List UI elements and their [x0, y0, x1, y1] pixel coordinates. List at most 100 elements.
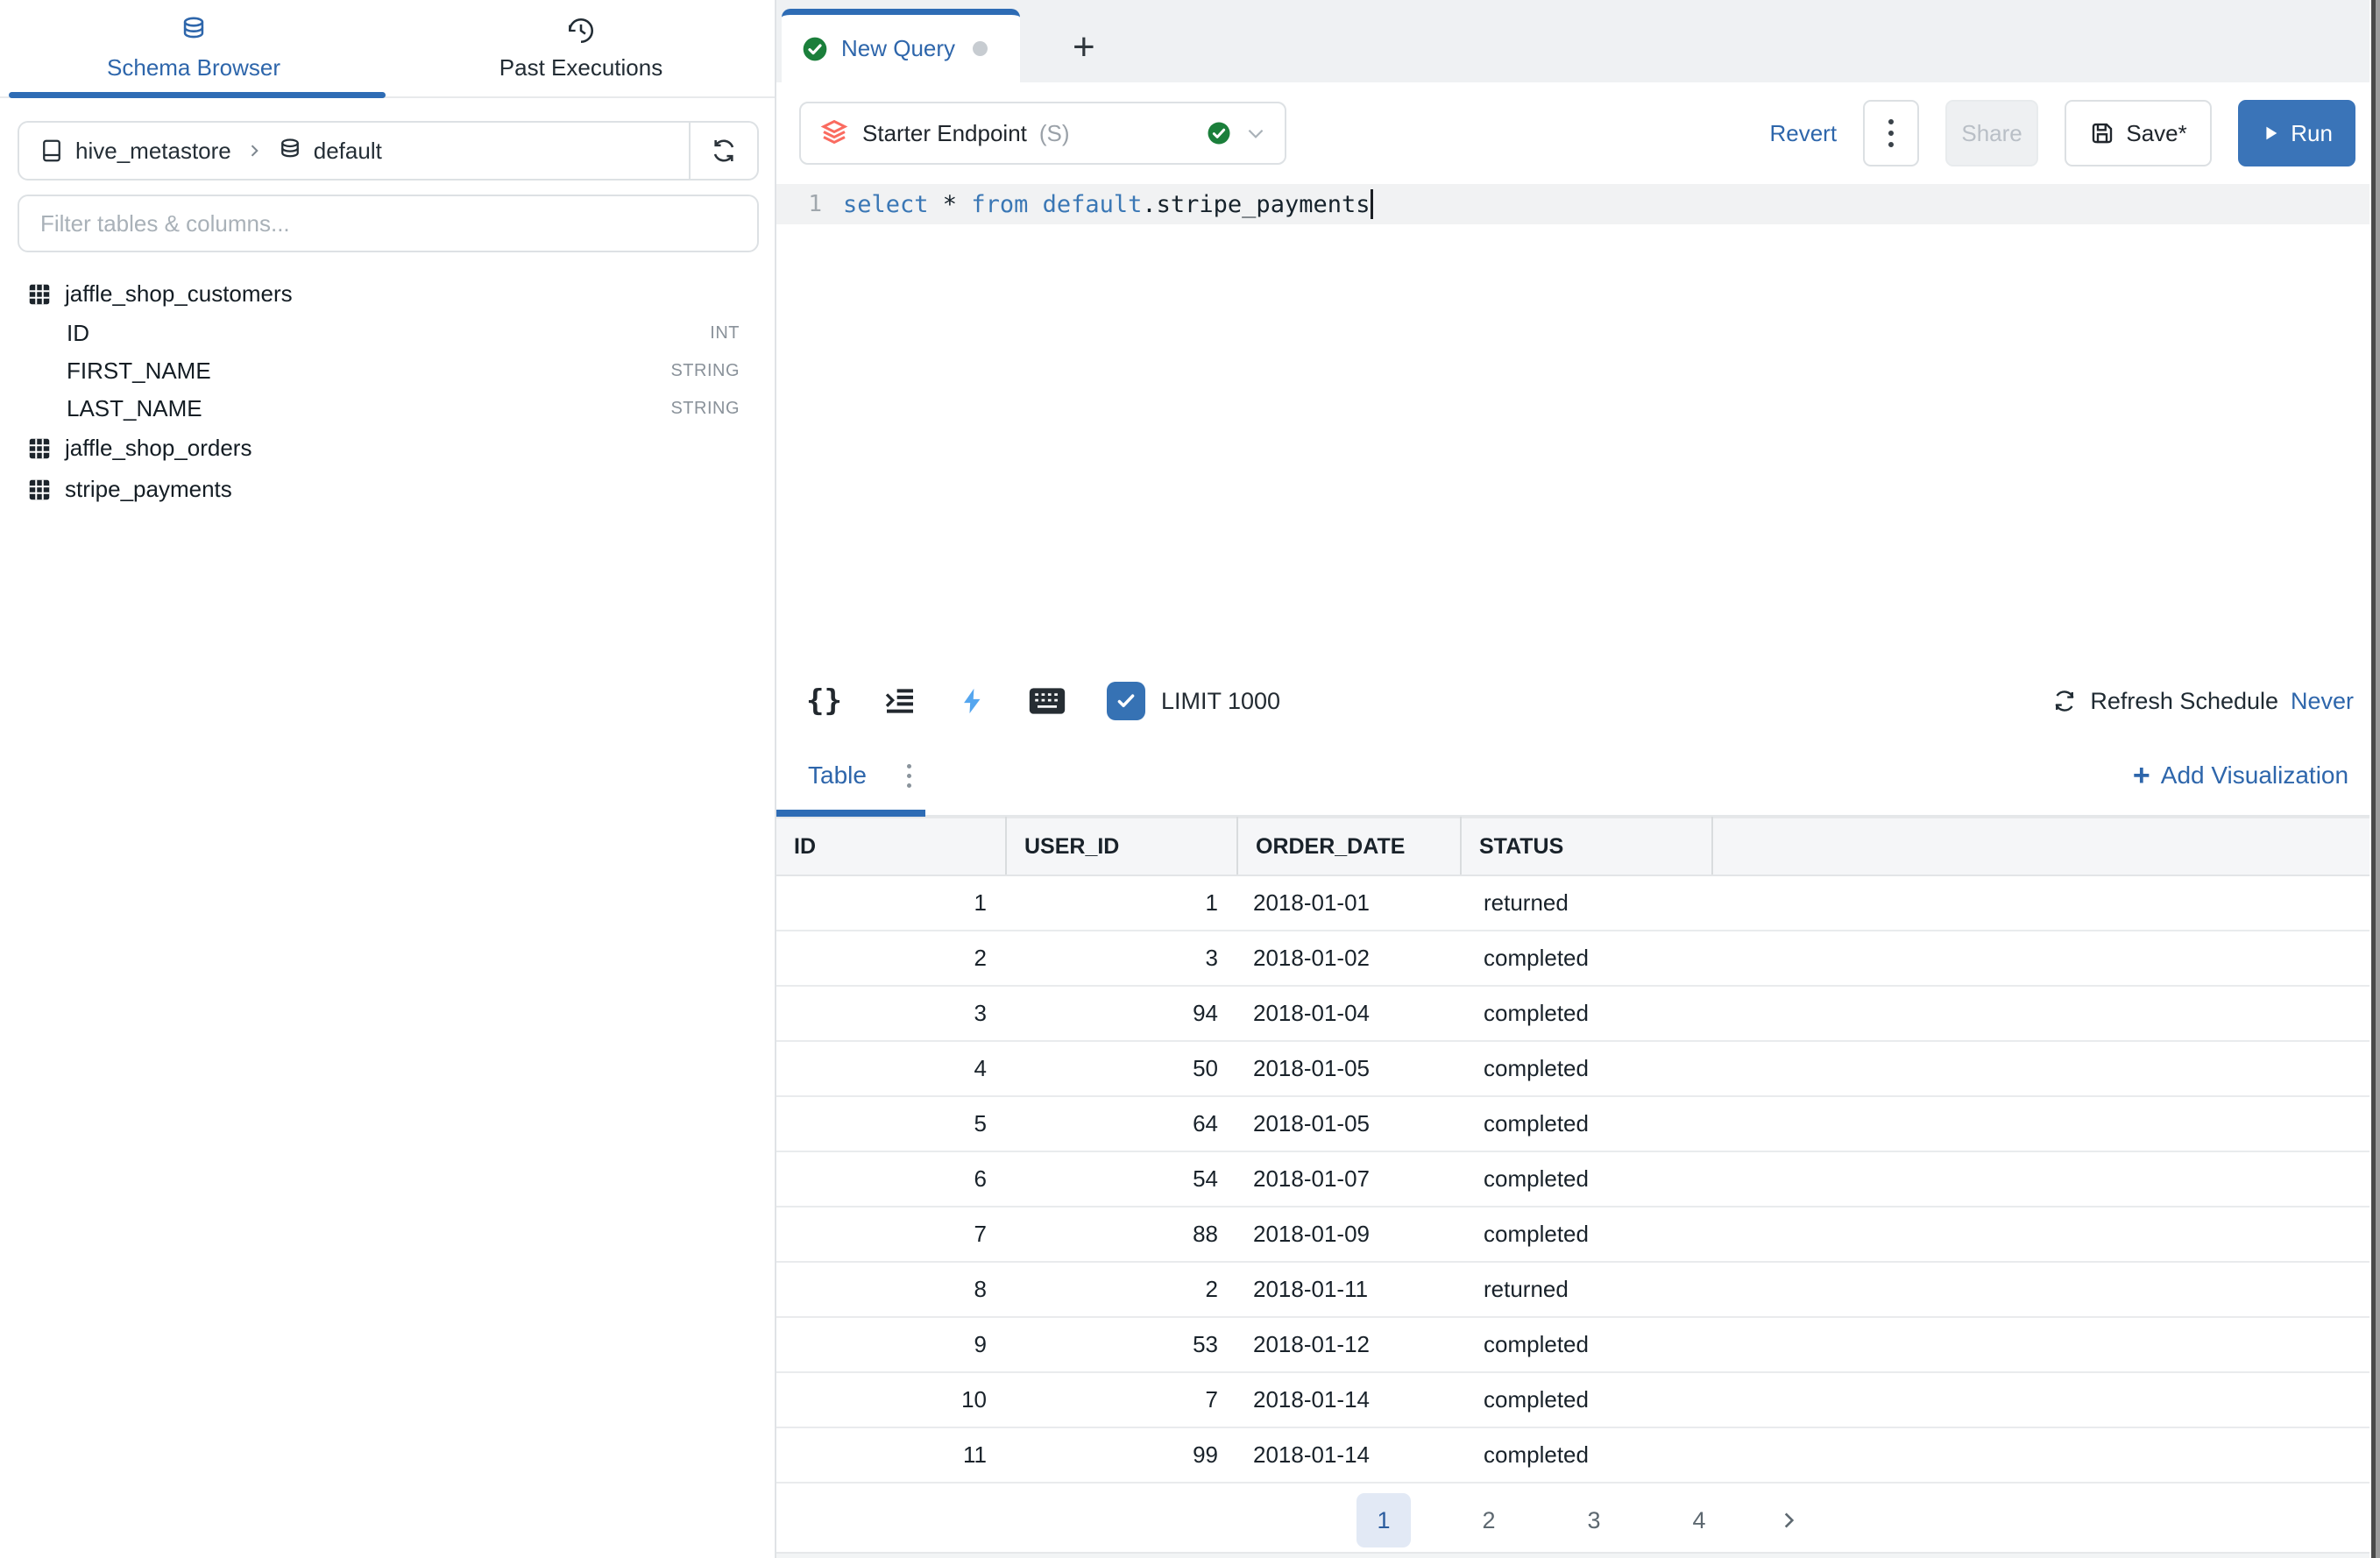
save-button-label: Save*: [2126, 120, 2186, 147]
sql-editor[interactable]: 1 select * from default.stripe_payments: [776, 184, 2380, 666]
lightning-icon[interactable]: [958, 683, 988, 719]
run-button-label: Run: [2291, 120, 2333, 147]
column-header-id[interactable]: ID: [776, 818, 1006, 875]
horizontal-scrollbar[interactable]: [776, 1552, 2380, 1558]
chevron-right-icon: [1777, 1509, 1800, 1532]
line-number: 1: [776, 191, 843, 217]
database-icon: [277, 138, 303, 164]
table-name: jaffle_shop_customers: [65, 280, 293, 308]
schema-tree: jaffle_shop_customers ID INT FIRST_NAME …: [0, 273, 775, 510]
refresh-schedule-value[interactable]: Never: [2291, 688, 2354, 715]
column-type: STRING: [670, 361, 740, 381]
active-viz-tab-indicator: [776, 810, 925, 817]
endpoint-selector[interactable]: Starter Endpoint (S): [799, 102, 1286, 165]
chevron-right-icon: [245, 142, 263, 159]
sidebar-tabs: Schema Browser Past Executions: [0, 0, 775, 98]
refresh-schedule: Refresh Schedule Never: [2051, 688, 2354, 715]
run-button[interactable]: Run: [2238, 100, 2355, 166]
table-row: 4502018-01-05completed: [776, 1041, 2380, 1096]
filter-input[interactable]: [18, 195, 759, 252]
refresh-schema-button[interactable]: [689, 123, 757, 179]
breadcrumb-catalog[interactable]: hive_metastore: [75, 138, 231, 165]
visualization-tab-bar: Table + Add Visualization: [776, 736, 2380, 817]
column-name: FIRST_NAME: [67, 358, 211, 385]
table-row: 11992018-01-14completed: [776, 1427, 2380, 1483]
column-name: ID: [67, 320, 89, 347]
action-buttons: Revert Share Save* Run: [1769, 100, 2355, 166]
tab-table[interactable]: Table: [808, 761, 867, 790]
revert-button[interactable]: Revert: [1769, 120, 1837, 147]
tree-item-stripe-payments[interactable]: stripe_payments: [0, 469, 775, 510]
new-tab-button[interactable]: +: [1073, 28, 1095, 67]
check-icon: [1114, 689, 1138, 713]
sql-code: select * from default.stripe_payments: [843, 189, 1373, 219]
table-tab-menu[interactable]: [907, 764, 911, 788]
refresh-icon: [710, 137, 738, 165]
active-tab-indicator: [9, 92, 386, 98]
query-tab-bar: New Query +: [776, 0, 2380, 82]
tab-schema-browser[interactable]: Schema Browser: [0, 0, 387, 96]
table-row: 9532018-01-12completed: [776, 1317, 2380, 1372]
tree-item-jaffle-shop-orders[interactable]: jaffle_shop_orders: [0, 428, 775, 469]
schema-sidebar: Schema Browser Past Executions hive_meta…: [0, 0, 775, 1558]
format-query-button[interactable]: {}: [806, 683, 842, 719]
column-header-status[interactable]: STATUS: [1461, 818, 1712, 875]
results-panel: ID USER_ID ORDER_DATE STATUS 112018-01-0…: [776, 817, 2380, 1558]
column-header-user-id[interactable]: USER_ID: [1006, 818, 1237, 875]
table-row: 822018-01-11returned: [776, 1262, 2380, 1317]
table-row: 5642018-01-05completed: [776, 1096, 2380, 1151]
kebab-icon: [1888, 119, 1894, 124]
query-action-bar: Starter Endpoint (S) Revert Share: [776, 82, 2380, 184]
tab-past-executions[interactable]: Past Executions: [387, 0, 775, 96]
editor-line[interactable]: 1 select * from default.stripe_payments: [776, 184, 2380, 224]
page-button-3[interactable]: 3: [1567, 1493, 1621, 1547]
page-button-2[interactable]: 2: [1462, 1493, 1516, 1547]
tree-item-jaffle-shop-customers[interactable]: jaffle_shop_customers: [0, 273, 775, 315]
tree-column-row[interactable]: LAST_NAME STRING: [0, 390, 775, 428]
window-edge: [2369, 0, 2380, 1558]
more-options-button[interactable]: [1863, 100, 1919, 166]
table-row: 3942018-01-04completed: [776, 986, 2380, 1041]
limit-toggle[interactable]: LIMIT 1000: [1107, 682, 1280, 720]
page-button-1[interactable]: 1: [1356, 1493, 1411, 1547]
query-tab-new-query[interactable]: New Query: [782, 9, 1020, 82]
main-panel: New Query + Starter Endpoint (S): [776, 0, 2380, 1558]
tree-column-row[interactable]: FIRST_NAME STRING: [0, 352, 775, 390]
floppy-icon: [2089, 120, 2115, 146]
keyboard-shortcuts-icon[interactable]: [1028, 685, 1066, 717]
column-name: LAST_NAME: [67, 395, 202, 422]
refresh-schedule-label: Refresh Schedule: [2090, 688, 2278, 715]
breadcrumb-schema[interactable]: default: [314, 138, 382, 165]
column-header-spacer: [1712, 818, 2380, 875]
header-row: ID USER_ID ORDER_DATE STATUS: [776, 818, 2380, 875]
schema-breadcrumb: hive_metastore default: [18, 121, 759, 181]
refresh-icon: [2051, 688, 2078, 714]
table-row: 7882018-01-09completed: [776, 1207, 2380, 1262]
page-button-4[interactable]: 4: [1672, 1493, 1726, 1547]
next-page-button[interactable]: [1777, 1509, 1800, 1532]
sidebar-tab-label: Past Executions: [499, 54, 662, 81]
query-tab-label: New Query: [841, 35, 955, 62]
chevron-down-icon: [1244, 122, 1267, 145]
pagination: 1 2 3 4: [776, 1489, 2380, 1552]
share-button[interactable]: Share: [1945, 100, 2038, 166]
column-header-order-date[interactable]: ORDER_DATE: [1237, 818, 1461, 875]
check-circle-icon: [1206, 120, 1232, 146]
results-table: ID USER_ID ORDER_DATE STATUS 112018-01-0…: [776, 817, 2380, 1484]
query-editor-app: Schema Browser Past Executions hive_meta…: [0, 0, 2380, 1558]
add-visualization-button[interactable]: + Add Visualization: [2133, 761, 2348, 790]
table-name: jaffle_shop_orders: [65, 435, 251, 462]
save-button[interactable]: Save*: [2065, 100, 2212, 166]
unsaved-dot-icon: [973, 41, 988, 56]
table-name: stripe_payments: [65, 476, 232, 503]
endpoint-layers-icon: [818, 117, 850, 149]
indent-icon[interactable]: [882, 683, 917, 719]
table-grid-icon: [26, 281, 53, 308]
table-grid-icon: [26, 477, 53, 503]
play-icon: [2261, 124, 2280, 143]
tree-column-row[interactable]: ID INT: [0, 315, 775, 352]
limit-checkbox[interactable]: [1107, 682, 1145, 720]
history-icon: [566, 16, 596, 46]
table-row: 1072018-01-14completed: [776, 1372, 2380, 1427]
kebab-icon: [907, 764, 911, 768]
